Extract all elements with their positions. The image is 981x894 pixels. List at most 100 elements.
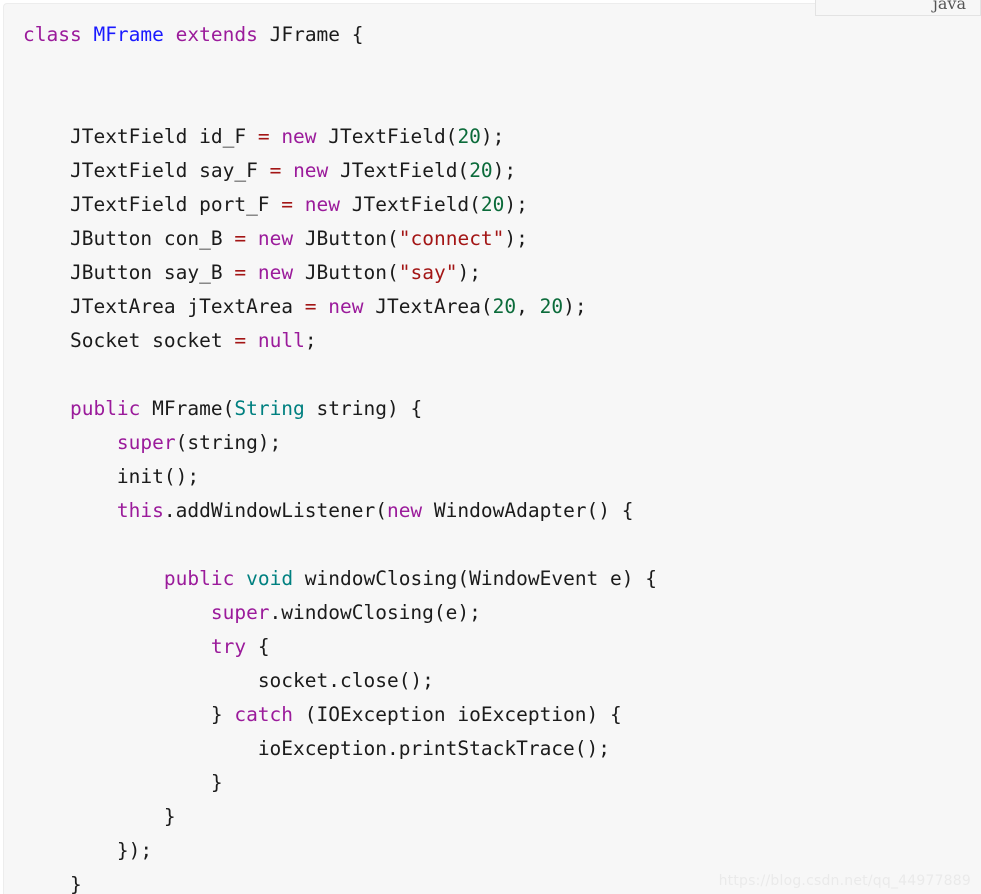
code-token: JTextArea( (363, 295, 493, 318)
code-token: JTextField port_F (69, 193, 282, 216)
code-line: super.windowClosing(e); (23, 601, 481, 624)
code-line: } (23, 873, 82, 894)
code-token: }); (116, 839, 153, 862)
code-token: new (257, 261, 294, 284)
code-token: = (269, 159, 282, 182)
code-token: public (163, 567, 235, 590)
code-token: .addWindowListener( (163, 499, 387, 522)
code-token: string) { (304, 397, 423, 420)
code-line: socket.close(); (23, 669, 434, 692)
code-token: = (234, 227, 247, 250)
code-token: new (257, 227, 294, 250)
code-token: MFrame (93, 23, 164, 46)
code-token: MFrame( (140, 397, 235, 420)
watermark: https://blog.csdn.net/qq_44977889 (718, 873, 971, 889)
code-token: new (293, 159, 329, 182)
code-token: = (234, 261, 247, 284)
code-token: JTextField say_F (69, 159, 270, 182)
code-token: super (210, 601, 270, 624)
code-token: JFrame (269, 23, 341, 46)
code-token: public (69, 397, 141, 420)
code-token: ); (504, 193, 528, 216)
code-token: ); (457, 261, 481, 284)
code-token: void (246, 567, 294, 590)
code-token: "say" (398, 261, 458, 284)
code-token: windowClosing(WindowEvent e) { (293, 567, 658, 590)
code-token: ); (492, 159, 517, 182)
code-token: JTextField( (316, 125, 458, 148)
code-line: class MFrame extends JFrame { (23, 23, 364, 46)
code-token: } (163, 805, 176, 828)
code-token: ); (563, 295, 587, 318)
code-line: try { (23, 635, 270, 658)
code-token: , (516, 295, 540, 318)
code-token: null (257, 329, 305, 352)
code-token: new (328, 295, 364, 318)
code-token: (IOException ioException) { (293, 703, 622, 726)
code-token: (string); (175, 431, 282, 454)
code-line: super(string); (23, 431, 281, 454)
code-token: this (116, 499, 164, 522)
code-token: WindowAdapter() { (422, 499, 634, 522)
code-line: }); (23, 839, 152, 862)
code-token: Socket socket (69, 329, 235, 352)
code-token: JTextArea jTextArea (69, 295, 305, 318)
code-token: 20 (469, 159, 493, 182)
code-token: JTextField( (328, 159, 470, 182)
code-token: 20 (480, 193, 505, 216)
code-token: = (257, 125, 270, 148)
code-token: JTextField id_F (69, 125, 258, 148)
code-token: { (246, 635, 270, 658)
code-line: JButton say_B = new JButton("say"); (23, 261, 481, 284)
language-tab-label: java (932, 0, 966, 13)
code-token: } (210, 703, 235, 726)
code-token: JButton( (293, 261, 399, 284)
code-token: catch (234, 703, 294, 726)
code-token: ); (480, 125, 505, 148)
code-token: String (234, 397, 305, 420)
code-token: .windowClosing(e); (269, 601, 481, 624)
code-token: new (304, 193, 341, 216)
code-line: JTextField say_F = new JTextField(20); (23, 159, 516, 182)
code-token: socket.close(); (257, 669, 434, 692)
code-line: ioException.printStackTrace(); (23, 737, 610, 760)
code-line: JTextField id_F = new JTextField(20); (23, 125, 504, 148)
code-token: = (304, 295, 317, 318)
code-line: public MFrame(String string) { (23, 397, 422, 420)
code-line: JTextField port_F = new JTextField(20); (23, 193, 528, 216)
code-token: JTextField( (340, 193, 481, 216)
code-line: } (23, 805, 176, 828)
code-token: "connect" (398, 227, 505, 250)
code-token: super (116, 431, 176, 454)
code-token: new (386, 499, 423, 522)
code-token: ; (304, 329, 317, 352)
code-token: ioException.printStackTrace(); (257, 737, 611, 760)
code-content[interactable]: class MFrame extends JFrame { JTextField… (4, 4, 981, 894)
code-screenshot: class MFrame extends JFrame { JTextField… (0, 0, 981, 894)
code-token: = (234, 329, 247, 352)
code-token: ); (504, 227, 528, 250)
code-token: init(); (116, 465, 200, 488)
code-token: } (210, 771, 223, 794)
code-token: } (69, 873, 82, 894)
code-line: public void windowClosing(WindowEvent e)… (23, 567, 657, 590)
code-line: } (23, 771, 223, 794)
code-line: init(); (23, 465, 199, 488)
code-line: JButton con_B = new JButton("connect"); (23, 227, 528, 250)
code-token: extends (175, 23, 258, 46)
code-token: 20 (457, 125, 481, 148)
code-token: new (281, 125, 317, 148)
code-token: JButton say_B (69, 261, 235, 284)
code-token: try (210, 635, 247, 658)
language-tab[interactable]: java (815, 0, 981, 16)
